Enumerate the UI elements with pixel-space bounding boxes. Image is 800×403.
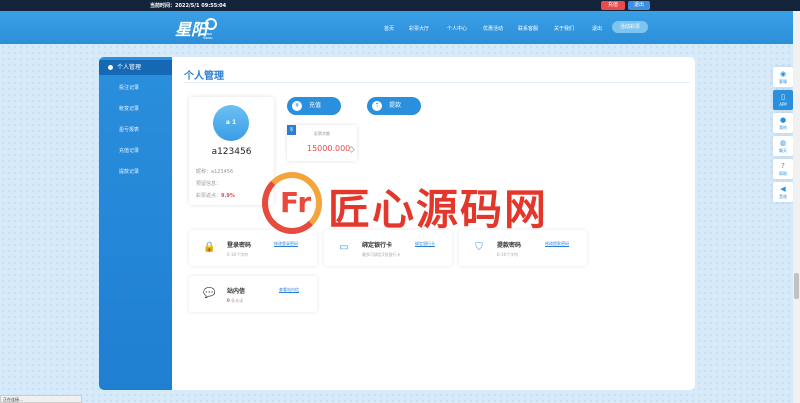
browser-status-bar: 正在连接…	[0, 395, 82, 403]
username: a123456	[211, 147, 252, 157]
help-icon: ?	[781, 162, 785, 170]
avatar[interactable]: a 1	[213, 105, 249, 141]
top-logout-button[interactable]: 退出	[628, 1, 650, 10]
nav-contact[interactable]: 联系客服	[518, 25, 538, 32]
rebate-label: 彩票返点：	[196, 193, 222, 199]
withdraw-password-title: 提款密码	[497, 242, 522, 249]
user-icon: ●	[779, 116, 787, 124]
sidebar-item-withdraw-records[interactable]: 提款记录	[119, 168, 139, 175]
float-service-label: 客服	[779, 79, 787, 84]
sidebar-item-bets[interactable]: 投注记录	[119, 84, 139, 91]
float-mine[interactable]: ● 我的	[773, 113, 793, 133]
rebate: 彩票返点：9.9%	[196, 192, 235, 199]
message-sub: 0 条未读	[227, 298, 243, 304]
phone-icon: ▯	[781, 93, 785, 101]
sidebar-item-personal[interactable]: 个人管理	[99, 60, 172, 75]
float-service[interactable]: ◉ 客服	[773, 67, 793, 87]
nickname: 昵称：a123456	[196, 169, 234, 175]
withdraw-password-sub: 6-16个字符	[497, 252, 519, 257]
bind-bank-card-link[interactable]: 绑定银行卡	[415, 241, 435, 247]
sun-icon	[205, 18, 217, 30]
sidebar-item-recharge-records[interactable]: 充值记录	[119, 147, 139, 154]
unread-label: 条未读	[231, 298, 244, 303]
withdraw-button[interactable]: ⇡ 提款	[367, 97, 421, 115]
login-password-title: 登录密码	[227, 242, 252, 249]
lock-icon: 🔒	[203, 242, 216, 253]
withdraw-label: 提款	[389, 102, 402, 109]
bank-card-title: 绑定银行卡	[362, 242, 393, 249]
sound-icon: ◀	[780, 185, 786, 193]
logo-sub: XING YANG	[203, 32, 213, 40]
recharge-button[interactable]: ¥ 充值	[287, 97, 341, 115]
recharge-icon: ¥	[292, 101, 302, 111]
sidebar-item-label: 个人管理	[117, 64, 142, 71]
chat-icon: ◍	[779, 139, 787, 147]
card-icon: ▭	[339, 242, 349, 253]
balance-value: 15000.000	[307, 144, 351, 153]
change-login-password-link[interactable]: 修改登录密码	[274, 241, 298, 247]
shield-icon: ⛉	[475, 242, 483, 253]
current-time: 当前时间：2022/5/1 09:55:04	[150, 3, 227, 9]
nav-lottery-hall[interactable]: 彩票大厅	[409, 25, 429, 32]
float-chat[interactable]: ◍ 聊天	[773, 136, 793, 156]
float-chat-label: 聊天	[779, 148, 787, 153]
watermark-logo: Fr	[262, 172, 322, 234]
sidebar: 个人管理 投注记录 帐变记录 盈亏报表 充值记录 提款记录	[99, 57, 172, 390]
top-bar: 当前时间：2022/5/1 09:55:04 充值 退出	[0, 0, 800, 11]
float-app[interactable]: ▯ APP	[773, 90, 793, 110]
withdraw-icon: ⇡	[372, 101, 382, 111]
sidebar-item-account-changes[interactable]: 帐变记录	[119, 105, 139, 112]
sidebar-item-profit-report[interactable]: 盈亏报表	[119, 126, 139, 133]
float-sound-label: 音效	[779, 194, 787, 199]
login-password-sub: 6-16个字符	[227, 252, 249, 257]
message-title: 站内信	[227, 288, 246, 295]
watermark: Fr 匠心源码网	[262, 172, 547, 234]
float-app-label: APP	[779, 102, 787, 107]
nav-promotions[interactable]: 优惠活动	[483, 25, 503, 32]
scrollbar-thumb[interactable]	[794, 273, 799, 299]
rebate-value: 9.9%	[221, 193, 235, 199]
unread-count: 0	[227, 298, 230, 303]
nav-activity-pill[interactable]: 活动彩票	[612, 21, 648, 33]
page-title: 个人管理	[184, 71, 224, 82]
message-icon: 💬	[203, 288, 216, 299]
scrollbar[interactable]	[793, 11, 800, 403]
top-recharge-button[interactable]: 充值	[601, 1, 625, 10]
title-divider	[184, 82, 690, 83]
nav-user-center[interactable]: 个人中心	[447, 25, 467, 32]
float-mine-label: 我的	[779, 125, 787, 130]
logo[interactable]: 星阳 XING YANG	[175, 16, 217, 40]
watermark-mark: Fr	[280, 186, 312, 219]
nav-about[interactable]: 关于我们	[554, 25, 574, 32]
bank-card-sub: 最多可绑定2张银行卡	[362, 252, 401, 257]
nav-logout[interactable]: 退出	[592, 25, 602, 32]
float-help-label: 帮助	[779, 171, 787, 176]
reserved-info: 预留信息：	[196, 181, 222, 187]
eye-icon: ◉	[779, 70, 787, 78]
balance-label: 彩票余额	[314, 131, 330, 136]
header: 星阳 XING YANG 首页 彩票大厅 个人中心 优惠活动 联系客服 关于我们…	[0, 11, 800, 44]
float-sound[interactable]: ◀ 音效	[773, 182, 793, 202]
balance-card: 币 彩票余额 15000.000	[287, 125, 357, 161]
message-card: 💬 站内信 0 条未读 查看站内信	[189, 276, 317, 312]
nav-home[interactable]: 首页	[384, 25, 394, 32]
watermark-text: 匠心源码网	[328, 185, 549, 234]
float-help[interactable]: ? 帮助	[773, 159, 793, 179]
recharge-label: 充值	[309, 102, 322, 109]
login-password-card: 🔒 登录密码 6-16个字符 修改登录密码	[189, 230, 317, 266]
view-messages-link[interactable]: 查看站内信	[279, 287, 299, 293]
change-withdraw-password-link[interactable]: 修改提款密码	[545, 241, 569, 247]
user-icon	[108, 65, 113, 70]
